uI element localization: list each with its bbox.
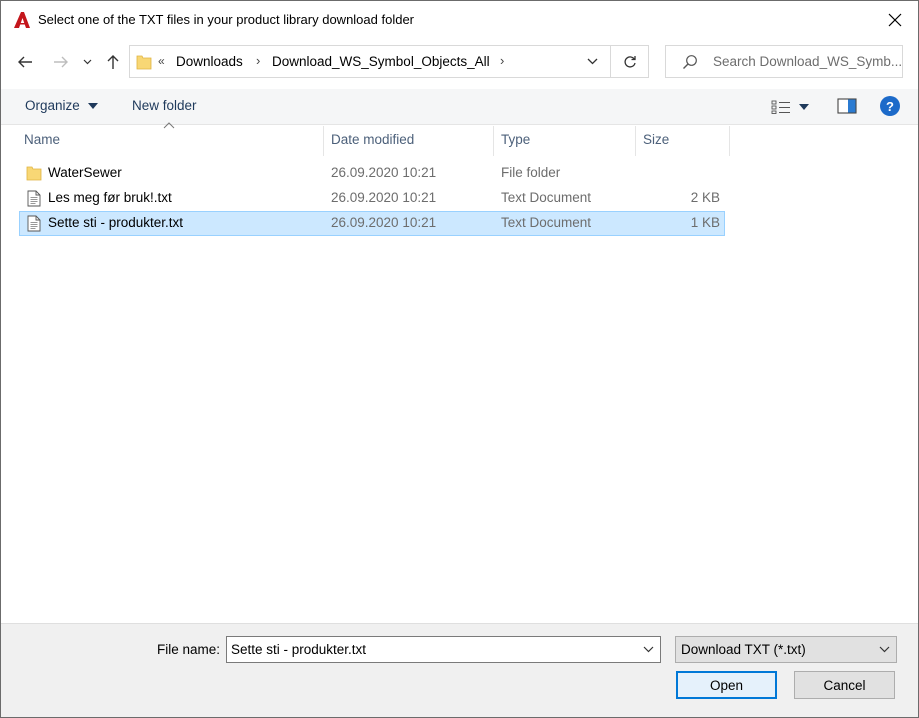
help-icon: ? [886,98,894,114]
chevron-down-icon [643,646,653,653]
column-header-name[interactable]: Name [17,126,324,156]
column-header-type[interactable]: Type [494,126,636,156]
search-box[interactable]: Search Download_WS_Symb... [665,45,903,78]
caret-down-icon [799,104,809,110]
breadcrumb-downloads[interactable]: Downloads [176,54,243,69]
preview-pane-button[interactable] [837,98,859,116]
forward-button[interactable] [49,49,73,75]
chevron-down-icon [879,646,889,653]
change-view-button[interactable] [771,98,817,116]
dialog-title: Select one of the TXT files in your prod… [38,12,415,27]
refresh-icon [623,55,636,68]
chevron-down-icon [83,59,91,65]
file-type: File folder [501,165,561,180]
file-type: Text Document [501,215,592,230]
title-bar: Select one of the TXT files in your prod… [1,1,918,39]
refresh-button[interactable] [611,45,649,78]
back-button[interactable] [13,49,37,75]
command-bar: Organize New folder ? [1,89,918,125]
file-name-dropdown[interactable] [636,637,660,662]
file-date: 26.09.2020 10:21 [331,190,437,205]
file-row-watersewer[interactable]: WaterSewer 26.09.2020 10:21 File folder [19,161,725,186]
file-name-label: File name: [157,642,221,657]
address-overflow-chevron[interactable]: « [158,54,165,68]
folder-icon [136,55,152,70]
file-type-dropdown[interactable] [874,637,894,662]
text-file-icon [27,190,41,207]
up-button[interactable] [101,49,125,75]
arrow-left-icon [18,56,32,68]
cancel-button[interactable]: Cancel [794,671,895,699]
file-type-value: Download TXT (*.txt) [681,642,806,657]
details-view-icon [771,100,790,114]
caret-down-icon [87,103,98,110]
help-button[interactable]: ? [880,96,900,116]
file-type-select[interactable]: Download TXT (*.txt) [675,636,897,663]
file-size: 1 KB [690,215,720,230]
close-button[interactable] [872,1,918,39]
autocad-app-icon [14,12,30,28]
close-icon [888,13,902,27]
column-header-size[interactable]: Size [636,126,730,156]
address-history-dropdown[interactable] [574,46,610,77]
new-folder-button[interactable]: New folder [132,98,197,113]
recent-locations-button[interactable] [79,49,95,75]
breadcrumb-current-folder[interactable]: Download_WS_Symbol_Objects_All [272,54,490,69]
file-date: 26.09.2020 10:21 [331,215,437,230]
chevron-down-icon [587,58,597,65]
organize-button[interactable]: Organize [25,98,98,113]
arrow-up-icon [107,55,119,69]
breadcrumb-separator[interactable]: › [500,53,504,68]
file-date: 26.09.2020 10:21 [331,165,437,180]
bottom-panel: File name: Sette sti - produkter.txt Dow… [1,623,918,717]
file-name-value[interactable]: Sette sti - produkter.txt [231,642,366,657]
file-name: WaterSewer [48,165,122,180]
breadcrumb-separator[interactable]: › [256,53,260,68]
column-header-date-modified[interactable]: Date modified [324,126,494,156]
preview-pane-icon [837,98,857,114]
file-size: 2 KB [690,190,720,205]
file-open-dialog: Select one of the TXT files in your prod… [0,0,919,718]
file-type: Text Document [501,190,592,205]
folder-icon [26,166,42,181]
file-row-sette-sti[interactable]: Sette sti - produkter.txt 26.09.2020 10:… [19,211,725,236]
text-file-icon [27,215,41,232]
file-row-les-meg[interactable]: Les meg før bruk!.txt 26.09.2020 10:21 T… [19,186,725,211]
open-button[interactable]: Open [676,671,777,699]
file-name-field[interactable]: Sette sti - produkter.txt [226,636,661,663]
file-name: Les meg før bruk!.txt [48,190,172,205]
arrow-right-icon [54,56,68,68]
search-input[interactable]: Search Download_WS_Symb... [713,54,901,69]
search-icon [683,55,697,69]
file-name: Sette sti - produkter.txt [48,215,184,230]
organize-label: Organize [25,98,80,113]
address-bar[interactable]: « Downloads › Download_WS_Symbol_Objects… [129,45,611,78]
